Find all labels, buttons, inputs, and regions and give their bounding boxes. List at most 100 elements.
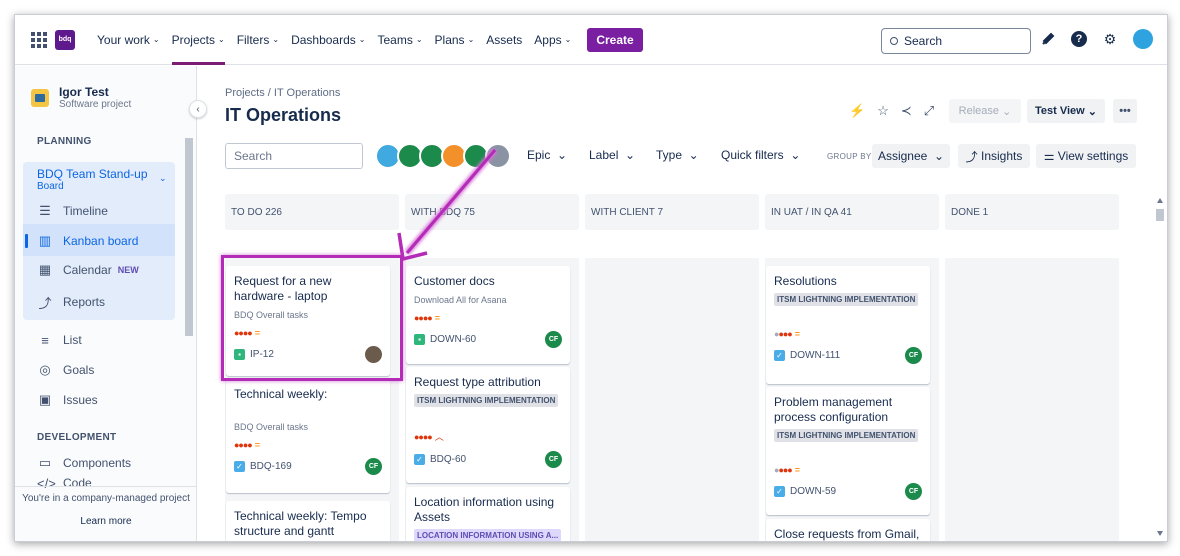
nav-filters[interactable]: Filters ⌄: [237, 15, 279, 65]
view-selector-button[interactable]: Test View ⌄: [1027, 99, 1105, 123]
app-switcher-icon[interactable]: [31, 31, 47, 48]
create-button[interactable]: Create: [587, 27, 643, 52]
issue-key[interactable]: DOWN-60: [430, 334, 476, 345]
nav-projects[interactable]: Projects ⌄: [171, 15, 225, 65]
issue-key[interactable]: DOWN-111: [790, 350, 840, 361]
highlight-box: [221, 255, 403, 381]
column-header-with-client[interactable]: WITH CLIENT 7: [585, 194, 759, 230]
expand-icon[interactable]: ⤢: [924, 103, 934, 119]
column-header-with-bdq[interactable]: WITH BDQ 75: [405, 194, 579, 230]
issues-icon: ▣: [38, 392, 52, 407]
card-bdq-169[interactable]: Technical weekly: BDQ Overall tasks ●●●●…: [226, 379, 390, 493]
assignee-avatar[interactable]: CF: [365, 458, 382, 475]
sidebar-item-list[interactable]: ≡ List: [37, 330, 81, 350]
avatar-filter-6[interactable]: [485, 143, 511, 169]
board-search-input[interactable]: Search: [225, 143, 363, 169]
card-down-59[interactable]: Problem management process configuration…: [766, 387, 930, 515]
card-down-111[interactable]: Resolutions ITSM LIGHTNING IMPLEMENTATIO…: [766, 266, 930, 384]
epic-lozenge: ITSM LIGHTNING IMPLEMENTATION: [774, 429, 919, 442]
global-search-input[interactable]: Search: [881, 28, 1031, 54]
insights-button[interactable]: ⤴ Insights: [958, 144, 1030, 168]
quick-filters[interactable]: Quick filters ⌄: [721, 148, 800, 162]
priority-icon: ●●●● =: [774, 465, 801, 475]
notifications-icon[interactable]: [1039, 30, 1057, 48]
board-sub: Board: [37, 181, 64, 192]
sidebar-item-timeline[interactable]: ☰ Timeline: [37, 201, 108, 221]
settings-icon[interactable]: ⚙: [1101, 30, 1119, 48]
card-close-requests[interactable]: Close requests from Gmail,: [766, 519, 930, 541]
card-bdq-60[interactable]: Request type attribution ITSM LIGHTNING …: [406, 367, 570, 483]
column-header-done[interactable]: DONE 1: [945, 194, 1119, 230]
nav-plans[interactable]: Plans ⌄: [435, 15, 475, 65]
issue-key[interactable]: DOWN-59: [790, 486, 836, 497]
nav-apps[interactable]: Apps ⌄: [534, 15, 571, 65]
sidebar-item-goals[interactable]: ◎ Goals: [37, 360, 94, 380]
sidebar-item-components[interactable]: ▭ Components: [37, 453, 131, 473]
more-actions-button[interactable]: •••: [1113, 99, 1137, 123]
task-icon: ✓: [234, 461, 245, 472]
sidebar-item-kanban[interactable]: ▥ Kanban board: [37, 231, 139, 251]
project-name: Igor Test: [59, 85, 109, 99]
card-title: Request type attribution: [414, 375, 541, 389]
logo[interactable]: bdq: [55, 29, 75, 50]
column-header-in-uat[interactable]: IN UAT / IN QA 41: [765, 194, 939, 230]
collapse-sidebar-icon[interactable]: ‹: [189, 100, 207, 118]
column-header-todo[interactable]: TO DO 226: [225, 194, 399, 230]
nav-teams[interactable]: Teams ⌄: [377, 15, 422, 65]
insights-icon: ⤴: [965, 149, 981, 164]
sidebar-item-reports[interactable]: ⤴ Reports: [37, 292, 105, 312]
issue-key[interactable]: BDQ-60: [430, 454, 466, 465]
group-by-select[interactable]: Assignee ⌄: [872, 144, 950, 168]
chevron-down-icon[interactable]: ⌄: [159, 173, 167, 184]
sidebar-footer: You're in a company-managed project Lear…: [15, 486, 197, 527]
assignee-avatar[interactable]: CF: [905, 483, 922, 500]
sidebar-item-calendar[interactable]: ▦ Calendar NEW: [37, 260, 139, 280]
top-icons: ? ⚙: [1039, 29, 1153, 49]
assignee-avatar[interactable]: CF: [545, 331, 562, 348]
priority-icon: ●●●● ︿: [414, 432, 444, 442]
epic-lozenge: LOCATION INFORMATION USING A...: [414, 529, 562, 541]
card-title: Location information using Assets: [414, 495, 555, 524]
timeline-icon: ☰: [39, 203, 51, 218]
sidebar-item-issues[interactable]: ▣ Issues: [37, 390, 98, 410]
top-navigation: bdq Your work ⌄ Projects ⌄ Filters ⌄ Dashbo…: [15, 15, 1167, 65]
priority-icon: ●●●● =: [234, 440, 261, 450]
card-down-60[interactable]: Customer docs Download All for Asana ●●●…: [406, 266, 570, 364]
project-header[interactable]: Igor Test Software project: [31, 86, 131, 110]
board-scrollbar[interactable]: [1155, 195, 1165, 540]
list-icon: ≡: [41, 332, 49, 348]
issue-key[interactable]: BDQ-169: [250, 461, 292, 472]
header-actions: ⚡ ☆ ≺ ⤢: [849, 103, 934, 119]
search-placeholder: Search: [904, 34, 943, 48]
column-with-client: [585, 258, 759, 541]
priority-icon: ●●●● =: [774, 329, 801, 339]
company-managed-text: You're in a company-managed project: [22, 493, 190, 504]
card-title: Technical weekly:: [234, 387, 328, 401]
project-icon: [31, 89, 49, 107]
help-icon[interactable]: ?: [1071, 31, 1087, 47]
user-avatar[interactable]: [1133, 29, 1153, 49]
release-button: Release ⌄: [949, 99, 1021, 123]
sliders-icon: ⚌: [1043, 149, 1058, 163]
lightning-icon[interactable]: ⚡: [849, 103, 865, 119]
app-window: bdq Your work ⌄ Projects ⌄ Filters ⌄ Dashbo…: [14, 14, 1168, 542]
nav-dashboards[interactable]: Dashboards ⌄: [291, 15, 365, 65]
card-location-information[interactable]: Location information using Assets LOCATI…: [406, 487, 570, 541]
epic-filter[interactable]: Epic ⌄: [527, 148, 567, 162]
label-filter[interactable]: Label ⌄: [589, 148, 635, 162]
breadcrumb[interactable]: Projects / IT Operations: [225, 87, 340, 99]
nav-assets[interactable]: Assets: [486, 15, 522, 65]
page-title: IT Operations: [225, 105, 342, 125]
star-icon[interactable]: ☆: [877, 103, 889, 119]
view-settings-button[interactable]: ⚌ View settings: [1036, 144, 1136, 168]
card-technical-weekly-tempo[interactable]: Technical weekly: Tempo structure and ga…: [226, 501, 390, 541]
active-indicator: [25, 234, 28, 248]
nav-your-work[interactable]: Your work ⌄: [97, 15, 160, 65]
assignee-avatar[interactable]: CF: [905, 347, 922, 364]
learn-more-link[interactable]: Learn more: [15, 516, 197, 527]
share-icon[interactable]: ≺: [901, 103, 912, 119]
assignee-avatar[interactable]: CF: [545, 451, 562, 468]
type-filter[interactable]: Type ⌄: [656, 148, 699, 162]
sidebar-scrollbar[interactable]: [185, 138, 193, 336]
project-type: Software project: [59, 99, 132, 110]
